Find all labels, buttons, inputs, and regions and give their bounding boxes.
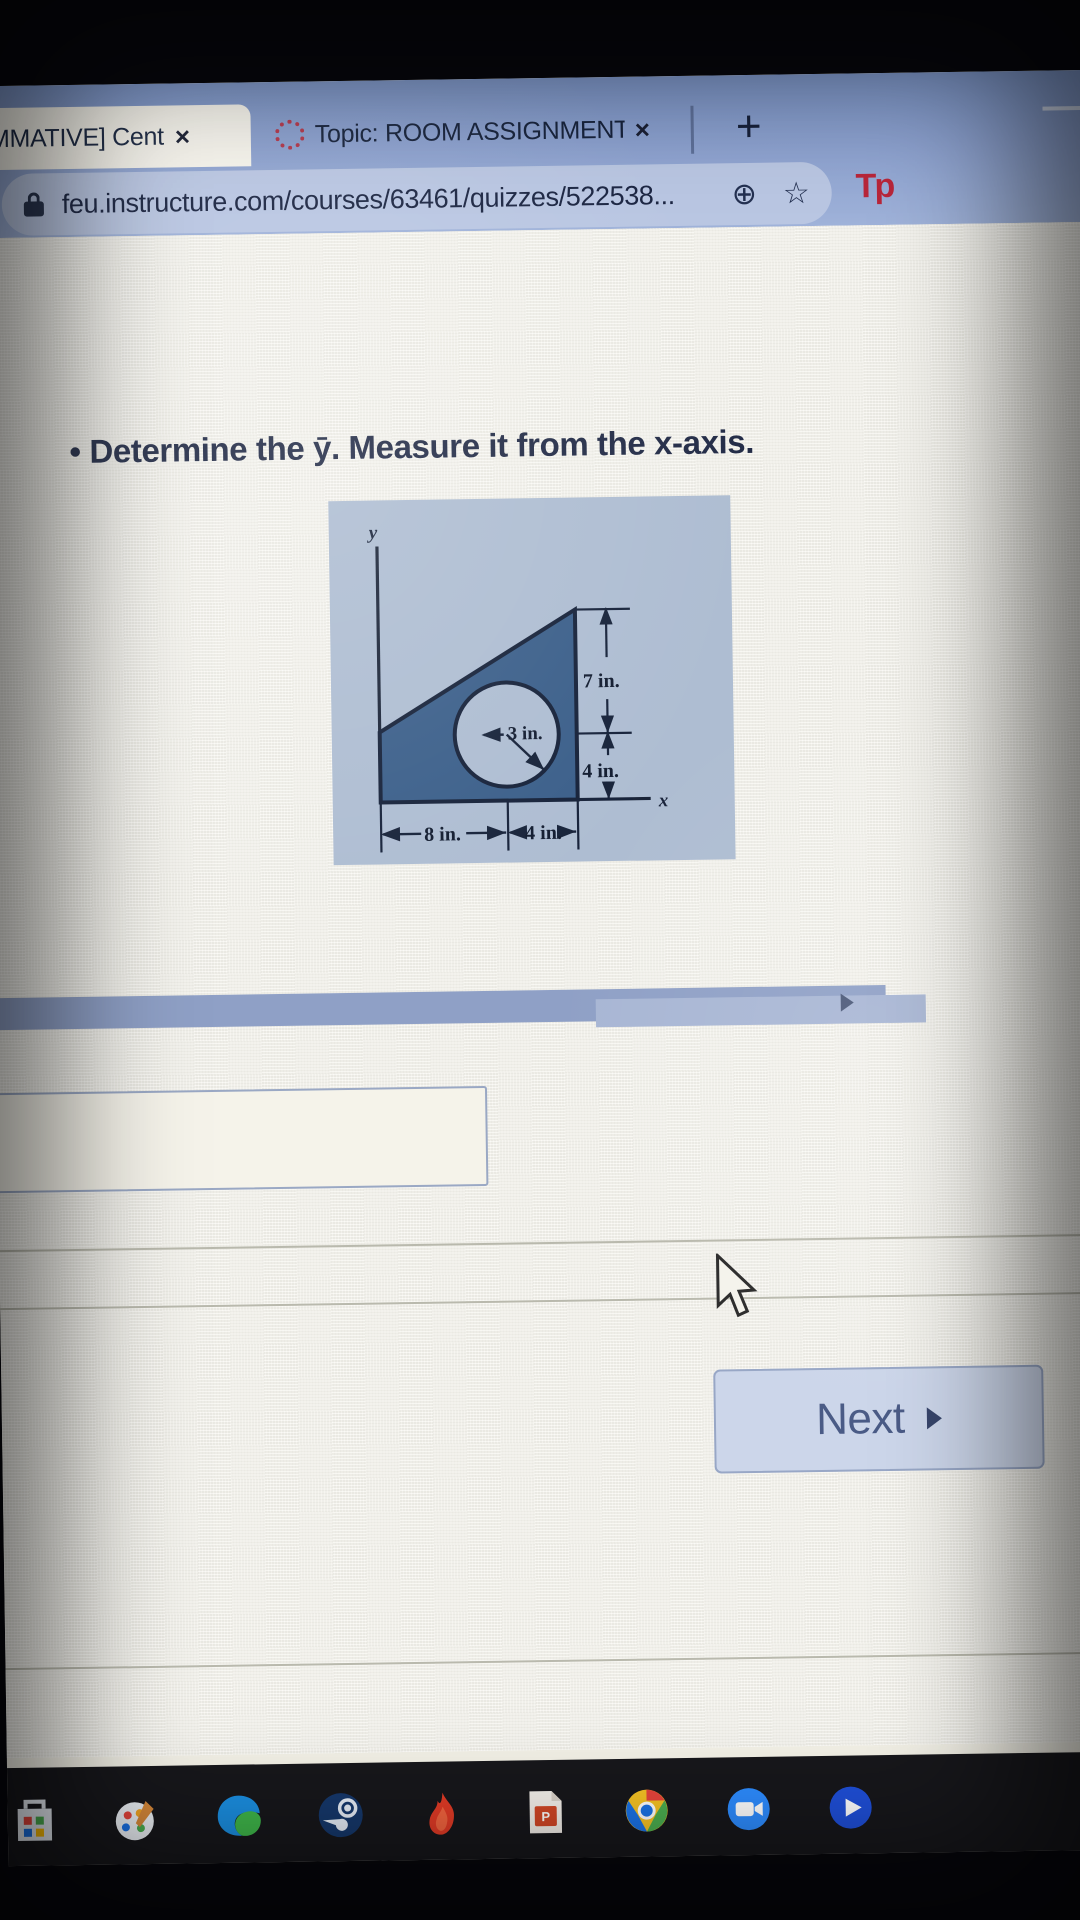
question-text: • Determine the ȳ. Measure it from the x… <box>69 423 754 471</box>
dim-line-7in-lower <box>600 699 615 734</box>
scroll-right-arrow[interactable] <box>840 993 854 1012</box>
question-label: Determine the ȳ. Measure it from the x-a… <box>89 422 755 470</box>
tab-summative-centro[interactable]: SUMMATIVE] Centro × <box>0 104 252 171</box>
next-button-label: Next <box>815 1393 906 1445</box>
tab-title: SUMMATIVE] Centro <box>0 122 166 154</box>
zoom-icon[interactable] <box>721 1782 776 1837</box>
ext-line-top <box>574 607 630 611</box>
browser-chrome: SUMMATIVE] Centro × Topic: ROOM ASSIGNME… <box>0 69 1080 239</box>
zoom-search-icon[interactable]: ⊕ <box>731 176 757 211</box>
powerpoint-icon[interactable]: P <box>517 1785 572 1840</box>
ext-line-mid <box>576 731 632 735</box>
tab-close-icon[interactable]: × <box>635 114 650 145</box>
steam-icon[interactable] <box>313 1788 368 1843</box>
chevron-right-icon <box>926 1407 942 1430</box>
media-player-icon[interactable] <box>823 1780 878 1835</box>
chrome-icon[interactable] <box>619 1783 674 1838</box>
ext-line-bottom <box>577 797 633 801</box>
plate-shape <box>377 605 580 805</box>
problem-figure: y x 3 in. 7 in. 4 in. 8 in. 4 in. <box>328 495 736 866</box>
profile-avatar[interactable]: Tp <box>855 167 893 207</box>
flame-icon[interactable] <box>415 1786 470 1841</box>
bullet-glyph: • <box>69 432 81 471</box>
tab-title: Topic: ROOM ASSIGNMENT FO <box>314 115 625 148</box>
microsoft-store-icon[interactable] <box>7 1792 62 1847</box>
svg-text:P: P <box>541 1809 550 1824</box>
bookmark-star-icon[interactable]: ☆ <box>783 176 810 211</box>
paint-icon[interactable] <box>109 1791 164 1846</box>
dimension-label-8in: 8 in. <box>424 823 461 846</box>
monitor-screen: SUMMATIVE] Centro × Topic: ROOM ASSIGNME… <box>0 69 1080 1867</box>
dimension-label-4in-base: 4 in. <box>525 822 562 845</box>
dimension-label-4in-right: 4 in. <box>582 760 619 783</box>
dim-line-8in-left <box>380 826 422 842</box>
dimension-label-7in: 7 in. <box>583 670 620 693</box>
dim-line-8in-right <box>466 825 507 841</box>
mouse-cursor <box>715 1252 758 1318</box>
address-bar[interactable]: feu.instructure.com/courses/63461/quizze… <box>1 161 833 237</box>
dim-line-7in-upper <box>599 606 613 658</box>
next-button[interactable]: Next <box>713 1364 1045 1474</box>
y-axis-label: y <box>367 522 378 543</box>
windows-taskbar: P <box>0 1751 1080 1867</box>
page-content: • Determine the ȳ. Measure it from the x… <box>0 221 1080 1759</box>
edge-icon[interactable] <box>211 1789 266 1844</box>
tab-strip: SUMMATIVE] Centro × Topic: ROOM ASSIGNME… <box>0 92 1080 171</box>
x-axis-label: x <box>658 790 669 811</box>
new-tab-button[interactable]: + <box>724 102 773 154</box>
selection-band-secondary <box>595 994 927 1028</box>
dimension-label-radius: 3 in. <box>508 723 543 745</box>
tab-room-assignment[interactable]: Topic: ROOM ASSIGNMENT FO × <box>260 98 681 166</box>
tab-divider <box>690 105 695 154</box>
ext-line-base-right <box>576 799 580 850</box>
tab-close-icon[interactable]: × <box>175 121 190 152</box>
answer-input[interactable] <box>0 1085 489 1194</box>
divider-line-2 <box>0 1291 1080 1311</box>
divider-line-1 <box>0 1233 1080 1253</box>
ext-line-base-mid <box>506 800 510 851</box>
gear-ring-icon <box>274 119 306 150</box>
lock-icon <box>23 192 44 217</box>
ext-line-base-left <box>379 802 383 853</box>
photo-of-screen: SUMMATIVE] Centro × Topic: ROOM ASSIGNME… <box>0 0 1080 1920</box>
divider-line-3 <box>0 1651 1080 1671</box>
url-text: feu.instructure.com/courses/63461/quizze… <box>61 179 675 219</box>
window-minimize-button[interactable] <box>1042 105 1080 111</box>
